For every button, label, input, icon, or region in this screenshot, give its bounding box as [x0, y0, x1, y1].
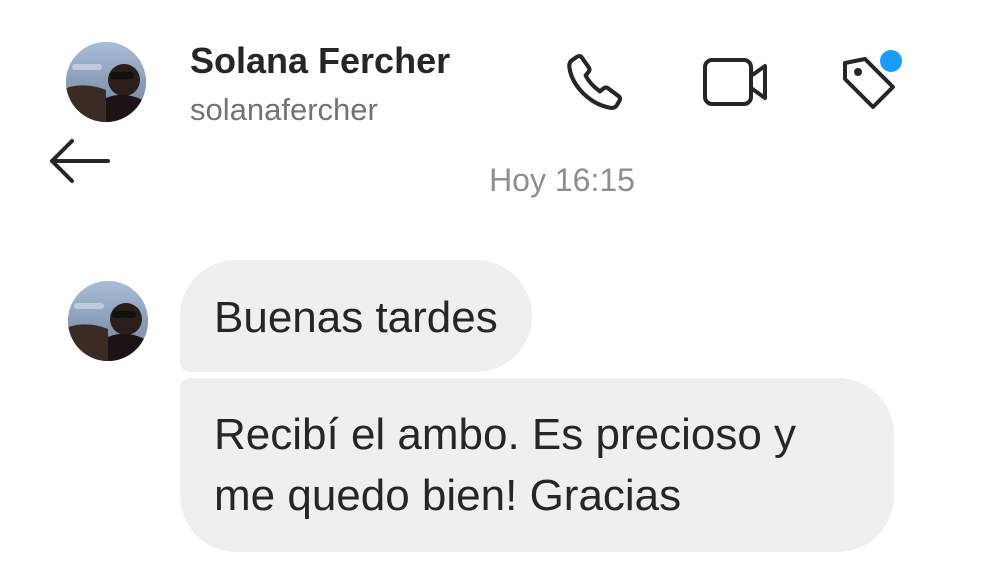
message-bubble[interactable]: Recibí el ambo. Es precioso y me quedo b… [180, 378, 894, 552]
conversation-timestamp: Hoy 16:15 [489, 162, 635, 198]
notification-dot [880, 50, 902, 72]
contact-name[interactable]: Solana Fercher [190, 40, 450, 82]
contact-username: solanafercher [190, 92, 378, 127]
video-call-button[interactable] [698, 46, 774, 122]
avatar[interactable] [66, 42, 146, 122]
message-avatar [68, 281, 148, 361]
video-camera-icon [701, 54, 771, 115]
phone-icon [563, 49, 629, 120]
tag-button[interactable] [830, 46, 906, 122]
message-bubble[interactable]: Buenas tardes [180, 260, 532, 372]
audio-call-button[interactable] [558, 46, 634, 122]
